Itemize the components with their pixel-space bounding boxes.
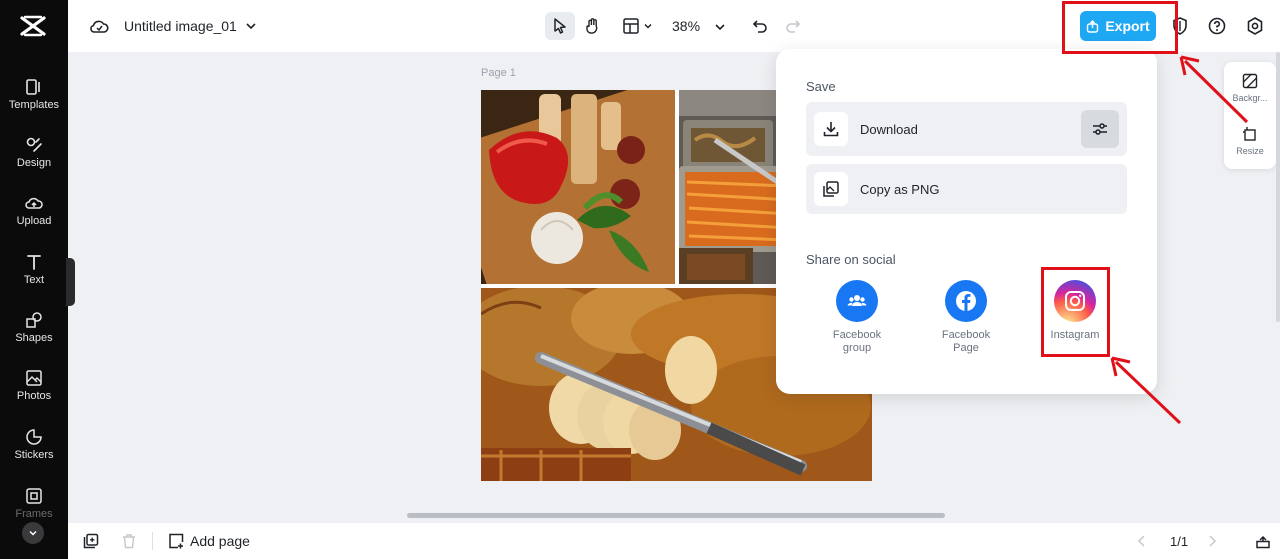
save-heading: Save	[806, 79, 836, 94]
duplicate-page-icon[interactable]	[83, 533, 99, 549]
add-page-icon	[169, 533, 184, 549]
chevron-left-icon[interactable]	[1134, 533, 1150, 549]
resize-icon	[1243, 127, 1256, 141]
social-label: Facebook	[941, 329, 991, 341]
pointer-icon	[554, 18, 566, 34]
chevron-down-icon	[644, 23, 652, 29]
sidebar-item-label: Photos	[16, 390, 52, 402]
redo-icon	[786, 20, 801, 33]
trash-icon[interactable]	[121, 533, 137, 549]
sidebar-item-label: Frames	[15, 508, 53, 520]
resize-button[interactable]: Resize	[1224, 126, 1276, 156]
facebook-group-icon	[836, 280, 878, 322]
copy-icon-wrap	[814, 172, 848, 206]
stickers-icon	[26, 429, 42, 445]
facebook-icon	[945, 280, 987, 322]
background-icon	[1242, 73, 1258, 89]
help-icon[interactable]	[1207, 16, 1227, 36]
sidebar-collapse-handle[interactable]	[66, 258, 75, 306]
social-label: Facebook	[832, 329, 882, 341]
sidebar-item-label: Text	[23, 274, 45, 286]
undo-icon	[752, 20, 767, 33]
document-title[interactable]: Untitled image_01	[124, 18, 237, 34]
photo-cutting-board[interactable]	[481, 90, 675, 284]
select-tool-button[interactable]	[545, 12, 575, 40]
hand-icon	[586, 18, 598, 34]
sidebar-item-shapes[interactable]: Shapes	[0, 311, 68, 363]
sidebar-item-design[interactable]: Design	[0, 136, 68, 188]
download-settings-button[interactable]	[1081, 110, 1119, 148]
sidebar-item-photos[interactable]: Photos	[0, 369, 68, 421]
expand-panel-icon[interactable]	[1255, 533, 1271, 549]
sidebar-more-button[interactable]	[22, 522, 44, 544]
templates-icon	[26, 79, 40, 95]
upload-icon	[25, 197, 43, 209]
page-label: Page 1	[481, 67, 516, 79]
redo-button[interactable]	[778, 12, 808, 40]
sidebar-item-label: Templates	[8, 99, 60, 111]
right-tool-panel: Backgr... Resize	[1224, 62, 1276, 169]
share-heading: Share on social	[806, 252, 896, 267]
download-label: Download	[860, 121, 918, 137]
sidebar-item-label: Shapes	[15, 332, 53, 344]
download-option[interactable]: Download	[806, 102, 1127, 156]
chevron-down-icon[interactable]	[245, 20, 257, 32]
bottom-bar: Add page 1/1	[68, 523, 1280, 559]
layout-dropdown-button[interactable]	[619, 12, 657, 40]
highlight-box-export	[1062, 1, 1178, 54]
download-icon-wrap	[814, 112, 848, 146]
copy-png-label: Copy as PNG	[860, 181, 940, 197]
add-page-button[interactable]: Add page	[168, 533, 250, 549]
download-icon	[823, 122, 839, 137]
shapes-icon	[26, 312, 42, 328]
cloud-icon[interactable]	[89, 17, 109, 35]
horizontal-scrollbar[interactable]	[407, 513, 945, 518]
sidebar-item-label: Design	[16, 157, 52, 169]
sidebar-item-label: Stickers	[14, 449, 54, 461]
photos-icon	[26, 370, 42, 386]
vertical-scrollbar[interactable]	[1276, 52, 1280, 322]
copy-image-icon	[823, 181, 839, 197]
copy-png-option[interactable]: Copy as PNG	[806, 164, 1127, 214]
highlight-box-instagram	[1041, 267, 1110, 357]
sidebar-item-upload[interactable]: Upload	[0, 194, 68, 246]
chevron-down-icon	[29, 530, 37, 536]
chevron-right-icon[interactable]	[1204, 533, 1220, 549]
social-label: group	[842, 342, 872, 354]
divider	[152, 532, 153, 550]
undo-button[interactable]	[745, 12, 775, 40]
sidebar-item-label: Upload	[16, 215, 52, 227]
background-button[interactable]: Backgr...	[1224, 73, 1276, 103]
zoom-level[interactable]: 38%	[672, 18, 700, 34]
background-label: Backgr...	[1232, 93, 1268, 103]
sidebar-item-text[interactable]: Text	[0, 253, 68, 305]
hand-tool-button[interactable]	[578, 12, 608, 40]
resize-label: Resize	[1236, 146, 1264, 156]
chevron-down-icon[interactable]	[714, 21, 726, 33]
design-icon	[26, 137, 42, 152]
sidebar-item-templates[interactable]: Templates	[0, 78, 68, 130]
frames-icon	[26, 488, 42, 504]
sliders-icon	[1093, 123, 1107, 135]
share-facebook-group[interactable]: Facebook group	[817, 280, 897, 355]
settings-icon[interactable]	[1245, 16, 1265, 36]
page-indicator: 1/1	[1170, 534, 1189, 549]
left-sidebar: Templates Design Upload Text Shapes Phot…	[0, 0, 68, 559]
text-icon	[27, 255, 41, 270]
sidebar-item-stickers[interactable]: Stickers	[0, 428, 68, 480]
social-label: Page	[953, 342, 979, 354]
capcut-logo-icon[interactable]	[19, 14, 47, 38]
layout-icon	[623, 18, 639, 34]
share-facebook-page[interactable]: Facebook Page	[926, 280, 1006, 355]
add-page-label: Add page	[190, 533, 250, 549]
